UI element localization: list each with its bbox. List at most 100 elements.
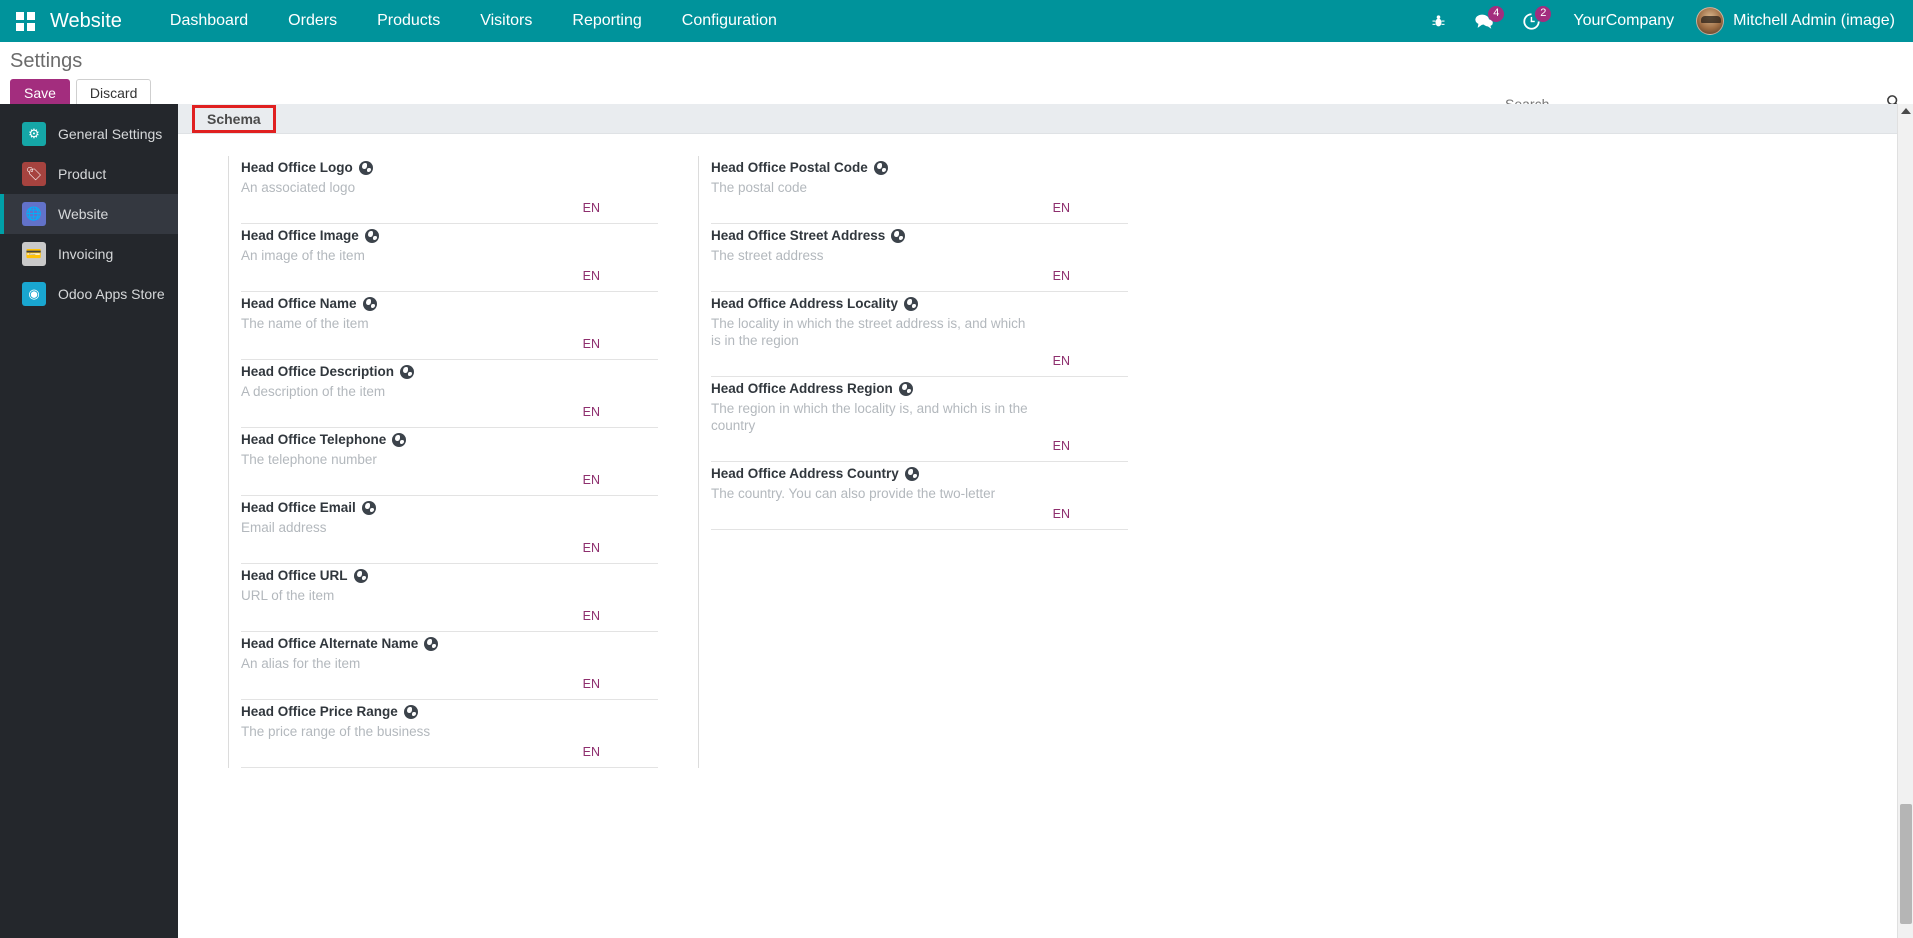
apps-grid-icon[interactable] <box>8 0 42 42</box>
globe-icon[interactable] <box>904 467 919 481</box>
main-menu: Dashboard Orders Products Visitors Repor… <box>150 0 797 42</box>
schema-field: Head Office Description A description of … <box>241 360 658 428</box>
schema-left-column: Head Office Logo An associated logo EN Head… <box>228 156 658 768</box>
activity-clock-icon[interactable]: 2 <box>1508 0 1555 42</box>
field-input-row[interactable]: EN <box>241 196 658 219</box>
globe-icon[interactable] <box>392 433 407 447</box>
schema-field: Head Office Image An image of the item EN <box>241 224 658 292</box>
sidebar-item-odoo-apps-store[interactable]: ◉ Odoo Apps Store <box>0 274 178 314</box>
field-input-row[interactable]: EN <box>711 264 1128 287</box>
field-input-row[interactable]: EN <box>241 400 658 423</box>
user-menu[interactable]: Mitchell Admin (image) <box>1692 7 1905 35</box>
tab-schema[interactable]: Schema <box>192 104 276 133</box>
field-input-row[interactable]: EN <box>711 349 1128 372</box>
menu-dashboard[interactable]: Dashboard <box>150 0 268 42</box>
globe-icon[interactable] <box>898 382 913 396</box>
globe-icon[interactable] <box>364 229 379 243</box>
language-badge[interactable]: EN <box>583 609 600 623</box>
schema-field: Head Office Address Locality The locality… <box>711 292 1128 377</box>
globe-icon[interactable] <box>362 297 377 311</box>
field-label-text: Head Office Logo <box>241 160 353 175</box>
settings-sidebar: ⚙ General Settings 🏷 Product 🌐 Website 💳… <box>0 104 178 938</box>
field-help-text: Email address <box>241 520 327 535</box>
schema-field: Head Office Email Email address EN <box>241 496 658 564</box>
field-help-text: The price range of the business <box>241 724 431 739</box>
settings-tabs-row: Schema <box>178 104 1913 134</box>
field-label: Head Office Email <box>241 496 658 518</box>
language-badge[interactable]: EN <box>583 541 600 555</box>
field-label-text: Head Office Price Range <box>241 704 398 719</box>
field-input-row[interactable]: EN <box>711 502 1128 525</box>
field-input-row[interactable]: EN <box>711 434 1128 457</box>
company-switcher[interactable]: YourCompany <box>1555 12 1692 30</box>
field-input-row[interactable]: EN <box>241 740 658 763</box>
field-label: Head Office URL <box>241 564 658 586</box>
language-badge[interactable]: EN <box>583 677 600 691</box>
language-badge[interactable]: EN <box>1053 354 1070 368</box>
globe-icon[interactable] <box>358 161 373 175</box>
app-brand-website[interactable]: Website <box>50 10 122 33</box>
language-badge[interactable]: EN <box>583 473 600 487</box>
field-help-text: The postal code <box>711 180 808 195</box>
scrollbar-thumb[interactable] <box>1900 804 1912 924</box>
field-label: Head Office Address Region <box>711 377 1128 399</box>
globe-icon[interactable] <box>403 705 418 719</box>
globe-icon[interactable] <box>353 569 368 583</box>
globe-icon[interactable] <box>891 229 906 243</box>
sidebar-item-website[interactable]: 🌐 Website <box>0 194 178 234</box>
schema-field: Head Office Postal Code The postal code EN <box>711 156 1128 224</box>
field-input-row[interactable]: EN <box>711 196 1128 219</box>
globe-icon[interactable] <box>424 637 439 651</box>
vertical-scrollbar[interactable] <box>1897 104 1913 938</box>
globe-icon[interactable] <box>904 297 919 311</box>
scroll-up-arrow-icon[interactable] <box>1900 108 1911 114</box>
language-badge[interactable]: EN <box>583 745 600 759</box>
field-input-row[interactable]: EN <box>241 264 658 287</box>
sidebar-item-label: Odoo Apps Store <box>58 286 165 302</box>
field-label: Head Office Street Address <box>711 224 1128 246</box>
field-label: Head Office Logo <box>241 156 658 178</box>
field-input-row[interactable]: EN <box>241 604 658 627</box>
language-badge[interactable]: EN <box>1053 439 1070 453</box>
field-label: Head Office Name <box>241 292 658 314</box>
schema-field: Head Office Telephone The telephone numbe… <box>241 428 658 496</box>
sidebar-item-invoicing[interactable]: 💳 Invoicing <box>0 234 178 274</box>
menu-configuration[interactable]: Configuration <box>662 0 797 42</box>
menu-products[interactable]: Products <box>357 0 460 42</box>
globe-icon[interactable] <box>873 161 888 175</box>
bug-icon[interactable] <box>1417 0 1460 42</box>
sidebar-item-general-settings[interactable]: ⚙ General Settings <box>0 114 178 154</box>
sidebar-item-product[interactable]: 🏷 Product <box>0 154 178 194</box>
menu-visitors[interactable]: Visitors <box>460 0 552 42</box>
discard-button[interactable]: Discard <box>75 79 152 107</box>
field-label-text: Head Office Email <box>241 500 356 515</box>
field-label-text: Head Office Description <box>241 364 395 379</box>
navbar-right-tools: 4 2 YourCompany Mitchell Admin (image) <box>1417 0 1905 42</box>
field-help-text: The telephone number <box>241 452 377 467</box>
field-label: Head Office Postal Code <box>711 156 1128 178</box>
sidebar-item-label: Website <box>58 206 109 222</box>
menu-orders[interactable]: Orders <box>268 0 357 42</box>
avatar <box>1696 7 1725 35</box>
messages-icon[interactable]: 4 <box>1460 0 1508 42</box>
language-badge[interactable]: EN <box>583 337 600 351</box>
field-input-row[interactable]: EN <box>241 468 658 491</box>
field-input-row[interactable]: EN <box>241 672 658 695</box>
schema-field: Head Office Street Address The street add… <box>711 224 1128 292</box>
save-button[interactable]: Save <box>10 79 70 107</box>
schema-field: Head Office Alternate Name An alias for t… <box>241 632 658 700</box>
globe-icon[interactable] <box>361 501 376 515</box>
language-badge[interactable]: EN <box>1053 507 1070 521</box>
language-badge[interactable]: EN <box>583 405 600 419</box>
field-input-row[interactable]: EN <box>241 536 658 559</box>
language-badge[interactable]: EN <box>583 269 600 283</box>
globe-icon[interactable] <box>400 365 415 379</box>
field-input-row[interactable]: EN <box>241 332 658 355</box>
menu-reporting[interactable]: Reporting <box>552 0 661 42</box>
field-label: Head Office Address Locality <box>711 292 1128 314</box>
apps-store-icon: ◉ <box>22 282 46 306</box>
top-navbar: Website Dashboard Orders Products Visito… <box>0 0 1913 42</box>
language-badge[interactable]: EN <box>583 201 600 215</box>
language-badge[interactable]: EN <box>1053 201 1070 215</box>
language-badge[interactable]: EN <box>1053 269 1070 283</box>
